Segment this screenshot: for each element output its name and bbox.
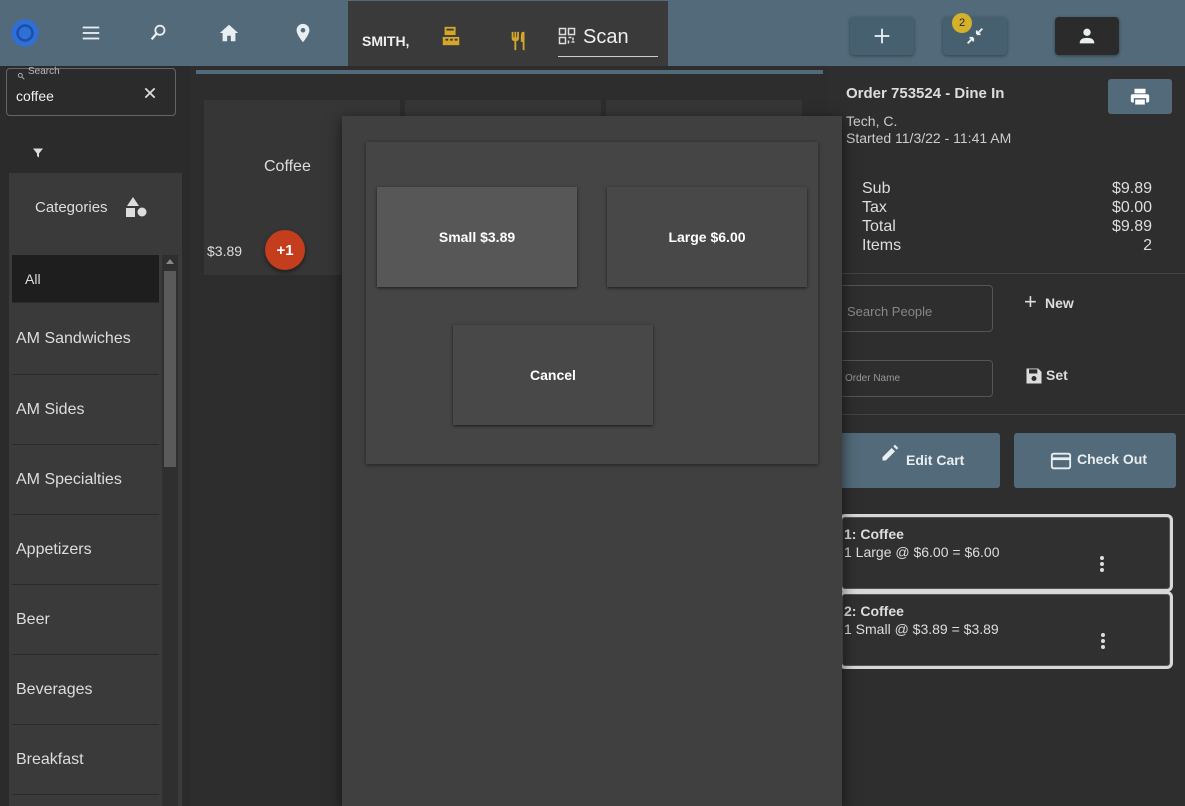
home-icon[interactable] — [214, 18, 244, 48]
qr-icon — [558, 27, 576, 45]
new-label: New — [1045, 295, 1074, 311]
totals-value-tax: $0.00 — [1111, 199, 1152, 216]
top-bar: SMITH, Scan 2 — [0, 0, 1185, 66]
topbar-center: SMITH, Scan — [348, 1, 668, 66]
category-item[interactable]: AM Sandwiches — [12, 304, 159, 375]
category-item[interactable]: Appetizers — [12, 515, 159, 585]
category-item[interactable]: AM Sides — [12, 375, 159, 445]
set-button[interactable]: Set — [1024, 366, 1084, 388]
credit-card-icon — [1050, 452, 1072, 470]
totals-label-sub: Sub — [862, 180, 891, 197]
search-icon — [17, 67, 25, 80]
cart-item-detail: 1 Large @ $6.00 = $6.00 — [844, 544, 1000, 560]
menu-icon[interactable] — [76, 18, 106, 48]
new-person-button[interactable]: + New — [1024, 289, 1088, 314]
user-name: SMITH, — [362, 33, 410, 49]
totals-label-tax: Tax — [862, 199, 887, 216]
set-label: Set — [1046, 367, 1068, 383]
scan-label: Scan — [583, 26, 629, 48]
notification-badge: 2 — [952, 13, 972, 33]
save-icon — [1026, 368, 1042, 384]
edit-cart-button[interactable]: Edit Cart — [838, 433, 1000, 488]
categories-panel: Categories All AM Sandwiches AM Sides AM… — [9, 173, 182, 806]
profile-button[interactable] — [1055, 17, 1119, 55]
cart-item[interactable]: 1: Coffee 1 Large @ $6.00 = $6.00 — [842, 517, 1170, 589]
modal-options-card: Small $3.89 Large $6.00 Cancel — [366, 142, 818, 464]
add-one-button[interactable]: +1 — [265, 230, 305, 270]
cart-item-title: 2: Coffee — [844, 603, 904, 619]
more-options-icon[interactable] — [1100, 632, 1106, 650]
add-button[interactable] — [850, 17, 914, 55]
category-item[interactable]: AM Specialties — [12, 445, 159, 515]
cart-item-title: 1: Coffee — [844, 526, 904, 542]
order-title: Order 753524 - Dine In — [846, 85, 1005, 102]
product-price: $3.89 — [207, 243, 243, 259]
plus-icon — [874, 28, 890, 44]
location-icon[interactable] — [288, 18, 318, 48]
category-item[interactable]: Beer — [12, 585, 159, 655]
cart-item-detail: 1 Small @ $3.89 = $3.89 — [844, 621, 999, 637]
search-value: coffee — [16, 88, 54, 104]
collapse-button[interactable]: 2 — [943, 13, 1007, 55]
print-button[interactable] — [1108, 79, 1172, 114]
small-option-button[interactable]: Small $3.89 — [377, 187, 577, 287]
totals-label-items: Items — [862, 237, 902, 254]
shapes-icon — [124, 195, 148, 219]
order-tech: Tech, C. — [846, 113, 898, 129]
search-label: Search — [28, 66, 60, 77]
product-name: Coffee — [264, 158, 311, 175]
edit-cart-label: Edit Cart — [906, 452, 965, 468]
cart-item[interactable]: 2: Coffee 1 Small @ $3.89 = $3.89 — [842, 594, 1170, 666]
progress-bar — [196, 70, 823, 74]
filter-icon[interactable] — [32, 146, 44, 158]
search-people-input[interactable]: Search People — [838, 285, 993, 332]
divider — [828, 273, 1185, 274]
categories-title: Categories — [35, 199, 108, 216]
more-options-icon[interactable] — [1099, 555, 1105, 573]
search-person-icon[interactable] — [144, 18, 174, 48]
category-item-all[interactable]: All — [12, 255, 159, 303]
order-name-placeholder: Order Name — [845, 373, 901, 384]
register-icon[interactable] — [440, 25, 462, 47]
print-icon — [1130, 88, 1150, 106]
left-panel: Search coffee Categories All AM Sandwich… — [0, 66, 190, 806]
check-out-button[interactable]: Check Out — [1014, 433, 1176, 488]
scroll-up-icon[interactable] — [166, 259, 174, 264]
scan-field[interactable]: Scan — [558, 26, 658, 57]
category-item[interactable]: Beverages — [12, 655, 159, 725]
divider — [828, 414, 1185, 415]
totals-value-total: $9.89 — [1111, 218, 1152, 235]
pencil-icon — [882, 444, 899, 461]
search-people-placeholder: Search People — [847, 304, 933, 319]
scrollbar-thumb[interactable] — [164, 271, 176, 467]
category-item[interactable]: Breakfast — [12, 725, 159, 795]
order-panel: Order 753524 - Dine In Tech, C. Started … — [828, 66, 1185, 806]
order-started: Started 11/3/22 - 11:41 AM — [846, 130, 1012, 146]
cancel-button[interactable]: Cancel — [453, 325, 653, 425]
totals-label-total: Total — [862, 218, 896, 235]
search-input[interactable]: Search coffee — [6, 66, 176, 116]
plus-icon: + — [1024, 289, 1037, 314]
person-icon — [1079, 28, 1095, 44]
order-name-input[interactable]: Order Name — [838, 360, 993, 397]
check-out-label: Check Out — [1077, 451, 1148, 467]
clear-search-icon[interactable] — [143, 86, 157, 100]
categories-scrollbar[interactable] — [162, 255, 178, 806]
totals-value-sub: $9.89 — [1111, 180, 1152, 197]
utensils-icon[interactable] — [508, 29, 530, 53]
totals-value-items: 2 — [1143, 237, 1152, 254]
large-option-button[interactable]: Large $6.00 — [607, 187, 807, 287]
logo-icon[interactable] — [10, 18, 40, 48]
size-selection-modal: Small $3.89 Large $6.00 Cancel — [342, 116, 842, 806]
